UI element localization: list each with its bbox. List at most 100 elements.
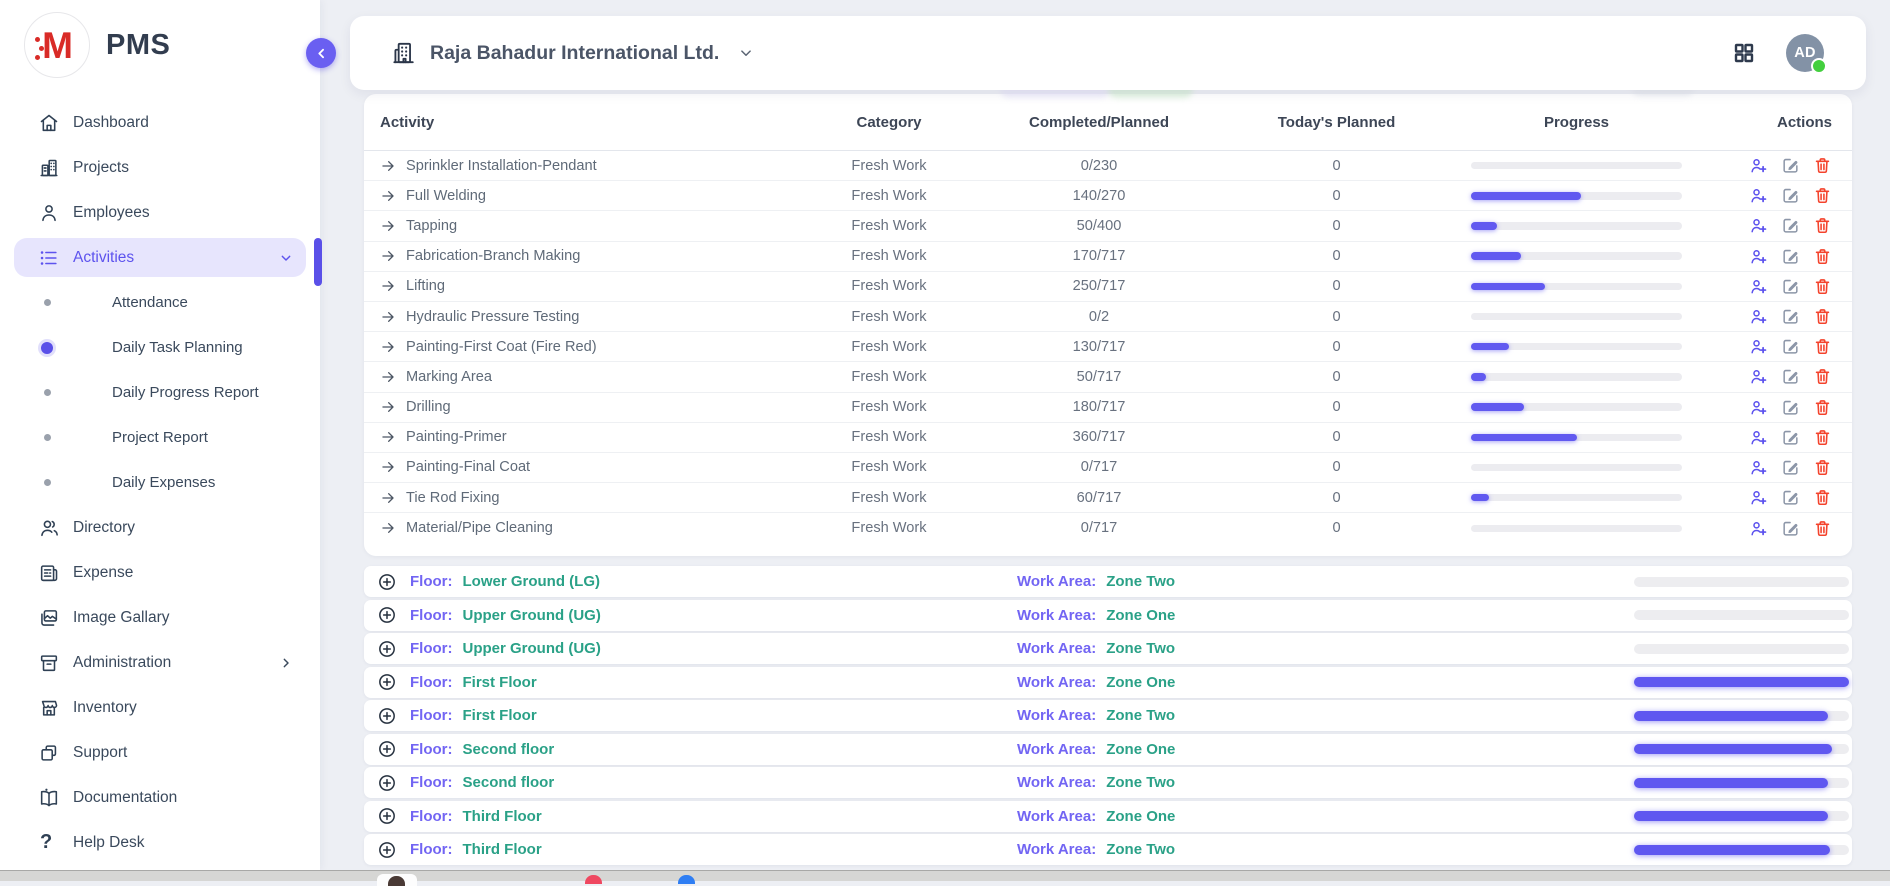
arrow-right-icon[interactable] — [380, 309, 396, 325]
assign-user-button[interactable] — [1749, 216, 1768, 235]
sidebar-subitem-project-report[interactable]: Project Report — [0, 415, 320, 460]
expand-plus-button[interactable] — [364, 672, 397, 692]
sidebar-item-label: Activities — [73, 249, 134, 267]
sidebar-item-label: Directory — [73, 519, 135, 537]
sidebar-item-expense[interactable]: Expense — [0, 550, 320, 595]
edit-button[interactable] — [1781, 216, 1800, 235]
sidebar-item-employees[interactable]: Employees — [0, 190, 320, 235]
floor-progress-fill — [1634, 677, 1849, 687]
arrow-right-icon[interactable] — [380, 278, 396, 294]
arrow-right-icon[interactable] — [380, 188, 396, 204]
assign-user-button[interactable] — [1749, 458, 1768, 477]
sidebar-item-documentation[interactable]: Documentation — [0, 775, 320, 820]
arrow-right-icon[interactable] — [380, 248, 396, 264]
expand-plus-button[interactable] — [364, 605, 397, 625]
sidebar-subitem-daily-expenses[interactable]: Daily Expenses — [0, 460, 320, 505]
table-row: Sprinkler Installation-Pendant Fresh Wor… — [364, 151, 1852, 181]
assign-user-button[interactable] — [1749, 398, 1768, 417]
taskbar-avatar-icon[interactable] — [388, 876, 405, 886]
apps-grid-icon[interactable] — [1732, 41, 1756, 65]
user-avatar[interactable]: AD — [1786, 34, 1824, 72]
edit-button[interactable] — [1781, 337, 1800, 356]
delete-button[interactable] — [1813, 307, 1832, 326]
arrow-right-icon[interactable] — [380, 429, 396, 445]
sidebar-subitem-daily-progress-report[interactable]: Daily Progress Report — [0, 370, 320, 415]
floor-value: Third Floor — [463, 841, 542, 858]
delete-button[interactable] — [1813, 277, 1832, 296]
sidebar-subitem-daily-task-planning[interactable]: Daily Task Planning — [0, 325, 320, 370]
expand-plus-button[interactable] — [364, 840, 397, 860]
edit-button[interactable] — [1781, 156, 1800, 175]
sidebar-item-help-desk[interactable]: ? Help Desk — [0, 820, 320, 865]
assign-user-button[interactable] — [1749, 428, 1768, 447]
sidebar-collapse-button[interactable] — [306, 38, 336, 68]
sidebar-subitem-attendance[interactable]: Attendance — [0, 280, 320, 325]
expand-plus-button[interactable] — [364, 572, 397, 592]
edit-button[interactable] — [1781, 307, 1800, 326]
delete-button[interactable] — [1813, 186, 1832, 205]
assign-user-button[interactable] — [1749, 519, 1768, 538]
actions-cell — [1684, 307, 1852, 326]
edit-button[interactable] — [1781, 458, 1800, 477]
delete-button[interactable] — [1813, 458, 1832, 477]
assign-user-button[interactable] — [1749, 186, 1768, 205]
activity-name: Tapping — [406, 218, 457, 234]
assign-user-button[interactable] — [1749, 277, 1768, 296]
floor-progress-cell — [1634, 577, 1852, 587]
delete-button[interactable] — [1813, 247, 1832, 266]
edit-button[interactable] — [1781, 277, 1800, 296]
assign-user-button[interactable] — [1749, 337, 1768, 356]
edit-button[interactable] — [1781, 398, 1800, 417]
edit-button[interactable] — [1781, 186, 1800, 205]
assign-user-button[interactable] — [1749, 367, 1768, 386]
sidebar-item-administration[interactable]: Administration — [0, 640, 320, 685]
assign-user-button[interactable] — [1749, 156, 1768, 175]
edit-button[interactable] — [1781, 519, 1800, 538]
expand-plus-button[interactable] — [364, 806, 397, 826]
edit-button[interactable] — [1781, 247, 1800, 266]
edit-button[interactable] — [1781, 367, 1800, 386]
arrow-right-icon[interactable] — [380, 218, 396, 234]
delete-button[interactable] — [1813, 216, 1832, 235]
sidebar-item-activities[interactable]: Activities — [0, 235, 320, 280]
expand-plus-button[interactable] — [364, 706, 397, 726]
sidebar-item-inventory[interactable]: Inventory — [0, 685, 320, 730]
progress-cell — [1469, 343, 1684, 351]
sidebar-item-directory[interactable]: Directory — [0, 505, 320, 550]
delete-button[interactable] — [1813, 337, 1832, 356]
work-area-label: Work Area: — [1017, 808, 1096, 825]
delete-button[interactable] — [1813, 398, 1832, 417]
sidebar-item-projects[interactable]: Projects — [0, 145, 320, 190]
company-selector[interactable]: Raja Bahadur International Ltd. — [390, 40, 755, 66]
assign-user-button[interactable] — [1749, 247, 1768, 266]
edit-button[interactable] — [1781, 428, 1800, 447]
completed-planned-cell: 250/717 — [994, 278, 1204, 294]
arrow-right-icon[interactable] — [380, 339, 396, 355]
completed-planned-cell: 140/270 — [994, 188, 1204, 204]
sidebar-item-support[interactable]: Support — [0, 730, 320, 775]
delete-button[interactable] — [1813, 156, 1832, 175]
assign-user-button[interactable] — [1749, 307, 1768, 326]
arrow-right-icon[interactable] — [380, 158, 396, 174]
expand-plus-button[interactable] — [364, 739, 397, 759]
app-title: PMS — [106, 29, 170, 62]
sidebar-item-dashboard[interactable]: Dashboard — [0, 100, 320, 145]
arrow-right-icon[interactable] — [380, 369, 396, 385]
arrow-right-icon[interactable] — [380, 399, 396, 415]
delete-button[interactable] — [1813, 488, 1832, 507]
arrow-right-icon[interactable] — [380, 490, 396, 506]
arrow-right-icon[interactable] — [380, 459, 396, 475]
progress-bar-fill — [1471, 343, 1509, 351]
expand-plus-button[interactable] — [364, 639, 397, 659]
arrow-right-icon[interactable] — [380, 520, 396, 536]
progress-bar-track — [1471, 162, 1682, 170]
delete-button[interactable] — [1813, 519, 1832, 538]
edit-button[interactable] — [1781, 488, 1800, 507]
sidebar-item-image-gallery[interactable]: Image Gallary — [0, 595, 320, 640]
delete-button[interactable] — [1813, 367, 1832, 386]
delete-button[interactable] — [1813, 428, 1832, 447]
assign-user-button[interactable] — [1749, 488, 1768, 507]
activity-cell: Tie Rod Fixing — [364, 490, 784, 506]
expand-plus-button[interactable] — [364, 773, 397, 793]
work-area-value: Zone One — [1106, 674, 1175, 691]
